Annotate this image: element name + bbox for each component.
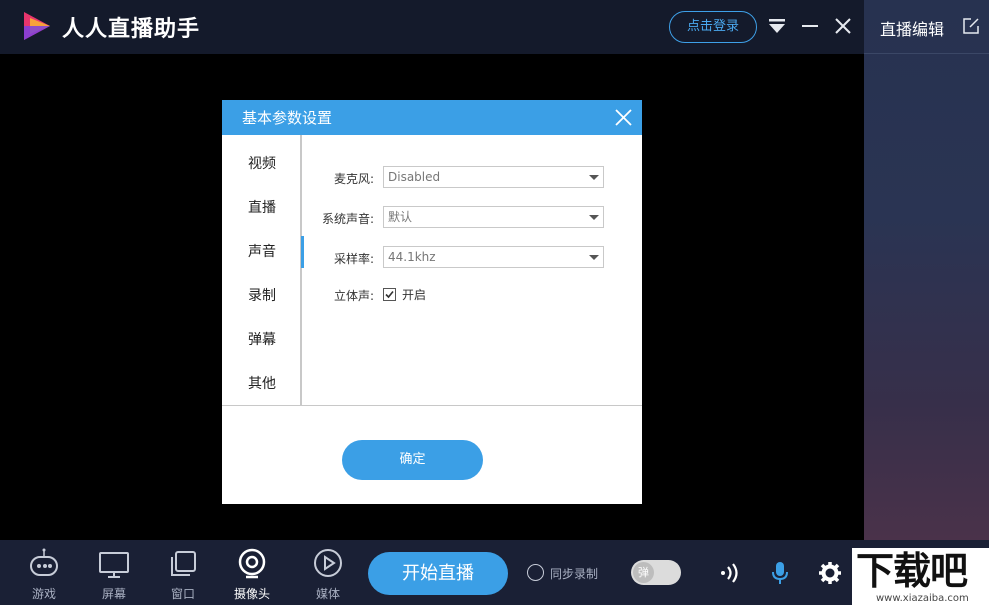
danmaku-toggle-knob: 弹 (633, 562, 654, 583)
danmaku-toggle[interactable]: 弹 (631, 560, 681, 585)
nav-item-danmaku[interactable]: 弹幕 (222, 322, 302, 358)
right-panel-header: 直播编辑 (864, 0, 989, 54)
monitor-icon (99, 552, 129, 578)
close-icon[interactable] (832, 15, 854, 37)
tool-screen-label: 屏幕 (101, 587, 126, 601)
mic-select-value: Disabled (388, 170, 441, 184)
mic-label: 麦克风: (333, 172, 374, 186)
app-title: 人人直播助手 (62, 17, 201, 42)
bottom-toolbar: 游戏 屏幕 窗口 摄像头 媒体 开始直播 同步录制 弹 (0, 540, 989, 605)
confirm-button[interactable]: 确定 (342, 440, 483, 480)
tool-screen[interactable]: 屏幕 (84, 546, 144, 602)
window-icon (171, 551, 196, 576)
play-circle-icon (314, 549, 342, 577)
sample-rate-select[interactable]: 44.1khz (383, 246, 604, 268)
webcam-icon (238, 548, 266, 579)
stereo-option-label: 开启 (402, 288, 427, 302)
nav-item-audio[interactable]: 声音 (222, 234, 304, 270)
dialog-title: 基本参数设置 (242, 109, 333, 127)
nav-item-video[interactable]: 视频 (222, 146, 302, 182)
checkmark-icon (385, 290, 394, 299)
login-button[interactable]: 点击登录 (669, 11, 757, 43)
sample-rate-label: 采样率: (333, 252, 374, 266)
chevron-down-icon (589, 175, 599, 180)
system-audio-select[interactable]: 默认 (383, 206, 604, 228)
settings-dialog: 基本参数设置 视频 直播 声音 录制 弹幕 其他 麦克风: Disabled 系… (222, 100, 642, 504)
tool-media-label: 媒体 (315, 587, 340, 601)
sync-record-label: 同步录制 (550, 567, 599, 581)
microphone-icon[interactable] (768, 561, 792, 585)
watermark-text: 下载吧 (856, 549, 968, 593)
minimize-icon[interactable] (799, 15, 821, 37)
sample-rate-select-value: 44.1khz (388, 250, 436, 264)
stereo-checkbox[interactable] (383, 288, 396, 301)
speaker-icon[interactable] (718, 561, 742, 585)
tool-window[interactable]: 窗口 (153, 546, 213, 602)
system-audio-select-value: 默认 (388, 210, 413, 224)
dialog-close-icon[interactable] (614, 108, 633, 127)
watermark-url: www.xiazaiba.com (876, 593, 969, 604)
sync-record-radio[interactable] (527, 564, 544, 581)
tool-game[interactable]: 游戏 (14, 546, 74, 602)
nav-item-live[interactable]: 直播 (222, 190, 302, 226)
dialog-divider (222, 405, 642, 406)
nav-item-other[interactable]: 其他 (222, 366, 302, 402)
chevron-down-icon (589, 215, 599, 220)
stereo-label: 立体声: (333, 289, 374, 303)
start-live-button[interactable]: 开始直播 (368, 552, 508, 595)
tool-camera-label: 摄像头 (233, 587, 270, 601)
right-panel-title: 直播编辑 (880, 20, 945, 39)
dialog-header: 基本参数设置 (222, 100, 642, 135)
nav-item-record[interactable]: 录制 (222, 278, 302, 314)
tool-game-label: 游戏 (31, 587, 56, 601)
watermark: 下载吧 www.xiazaiba.com (852, 548, 989, 605)
system-audio-label: 系统声音: (321, 212, 374, 226)
right-panel: 直播编辑 (864, 0, 989, 540)
edit-icon[interactable] (962, 17, 980, 35)
title-bar: 人人直播助手 点击登录 (0, 0, 864, 54)
mic-select[interactable]: Disabled (383, 166, 604, 188)
tool-window-label: 窗口 (170, 587, 195, 601)
dialog-nav: 视频 直播 声音 录制 弹幕 其他 (222, 135, 304, 405)
gear-icon[interactable] (818, 561, 842, 585)
tool-camera[interactable]: 摄像头 (222, 546, 282, 602)
app-logo-icon (24, 12, 50, 40)
tool-media[interactable]: 媒体 (298, 546, 358, 602)
chevron-down-icon (589, 255, 599, 260)
app-window: 人人直播助手 点击登录 直播编辑 基本参数设置 视频 直播 声音 录制 弹幕 其… (0, 0, 989, 605)
gamepad-icon (30, 548, 58, 576)
dropdown-menu-icon[interactable] (766, 15, 788, 37)
